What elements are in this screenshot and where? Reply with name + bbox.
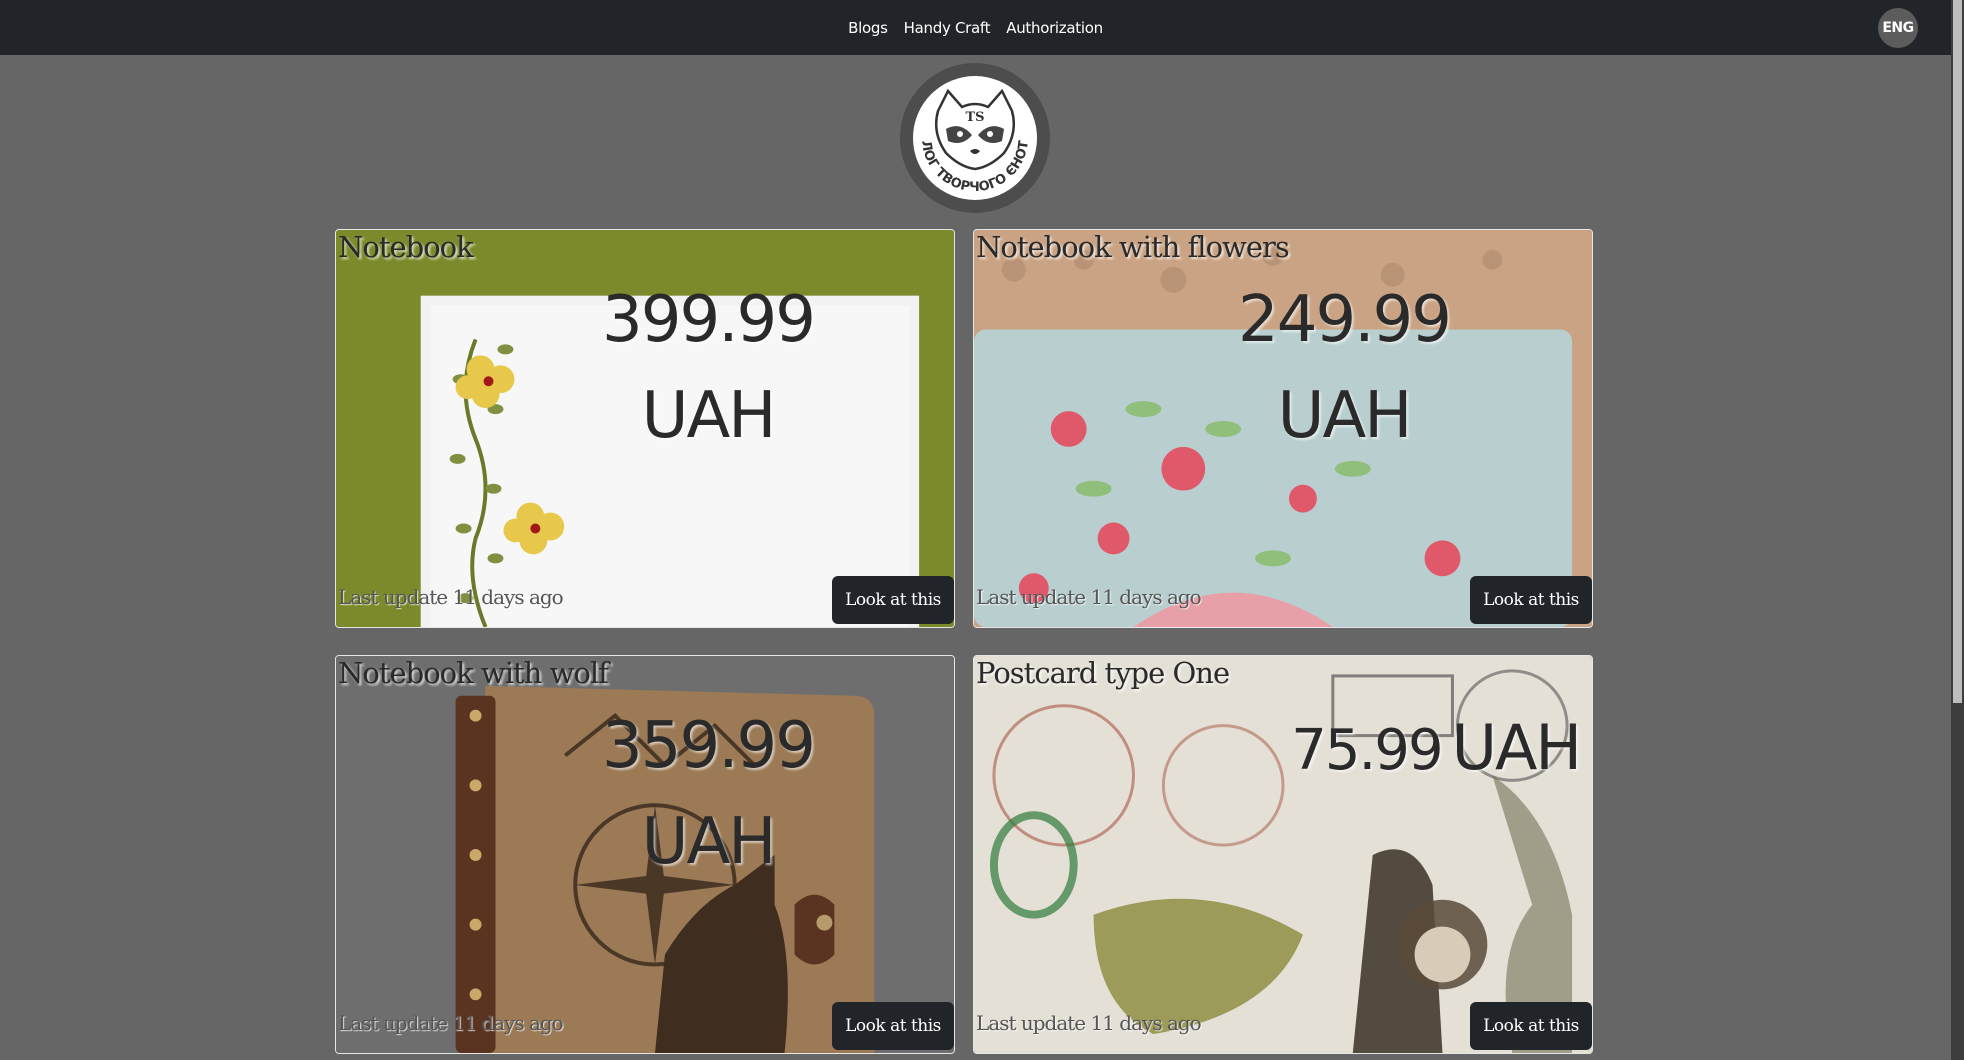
price-value: 399.99 (602, 283, 816, 357)
card-price: 75.99 UAH (1291, 711, 1582, 784)
price-currency: UAH (641, 379, 777, 453)
raccoon-logo-icon: TS "БЛОГ ТВОРЧОГО ЄНОТА" (900, 63, 1049, 212)
price-currency: UAH (641, 805, 777, 879)
scrollbar-thumb[interactable] (1953, 0, 1962, 703)
card-price: 249.99 UAH (1224, 272, 1464, 464)
card-last-update: Last update 11 days ago (976, 1011, 1202, 1035)
price-value: 249.99 (1238, 283, 1452, 357)
nav-link-handy-craft[interactable]: Handy Craft (904, 19, 991, 37)
price-value: 359.99 (602, 709, 816, 783)
card-price: 359.99 UAH (588, 698, 828, 890)
price-value: 75.99 (1291, 718, 1443, 783)
card-title: Notebook (338, 230, 474, 264)
product-card-notebook-with-wolf[interactable]: Notebook with wolf 359.99 UAH Last updat… (335, 655, 955, 1054)
look-at-this-button[interactable]: Look at this (1470, 576, 1592, 624)
site-logo[interactable]: TS "БЛОГ ТВОРЧОГО ЄНОТА" (900, 63, 1050, 213)
logo-initials: TS (965, 110, 984, 125)
card-title: Notebook with flowers (976, 230, 1290, 264)
product-card-notebook[interactable]: Notebook 399.99 UAH Last update 11 days … (335, 229, 955, 628)
top-navbar: Blogs Handy Craft Authorization ENG (0, 0, 1951, 55)
look-at-this-button[interactable]: Look at this (1470, 1002, 1592, 1050)
look-at-this-button[interactable]: Look at this (832, 576, 954, 624)
card-price: 399.99 UAH (588, 272, 828, 464)
card-title: Postcard type One (976, 656, 1230, 690)
product-card-postcard-type-one[interactable]: Postcard type One 75.99 UAH Last update 1… (973, 655, 1593, 1054)
card-title: Notebook with wolf (338, 656, 609, 690)
card-last-update: Last update 11 days ago (338, 585, 564, 609)
look-at-this-button[interactable]: Look at this (832, 1002, 954, 1050)
language-switch-button[interactable]: ENG (1878, 8, 1918, 48)
nav-link-authorization[interactable]: Authorization (1006, 19, 1103, 37)
product-card-notebook-with-flowers[interactable]: Notebook with flowers 249.99 UAH Last up… (973, 229, 1593, 628)
price-currency: UAH (1451, 711, 1582, 784)
page-scrollbar[interactable] (1951, 0, 1964, 1060)
price-currency: UAH (1277, 379, 1413, 453)
nav-links: Blogs Handy Craft Authorization (0, 0, 1951, 55)
card-last-update: Last update 11 days ago (338, 1011, 564, 1035)
card-last-update: Last update 11 days ago (976, 585, 1202, 609)
nav-link-blogs[interactable]: Blogs (848, 19, 888, 37)
